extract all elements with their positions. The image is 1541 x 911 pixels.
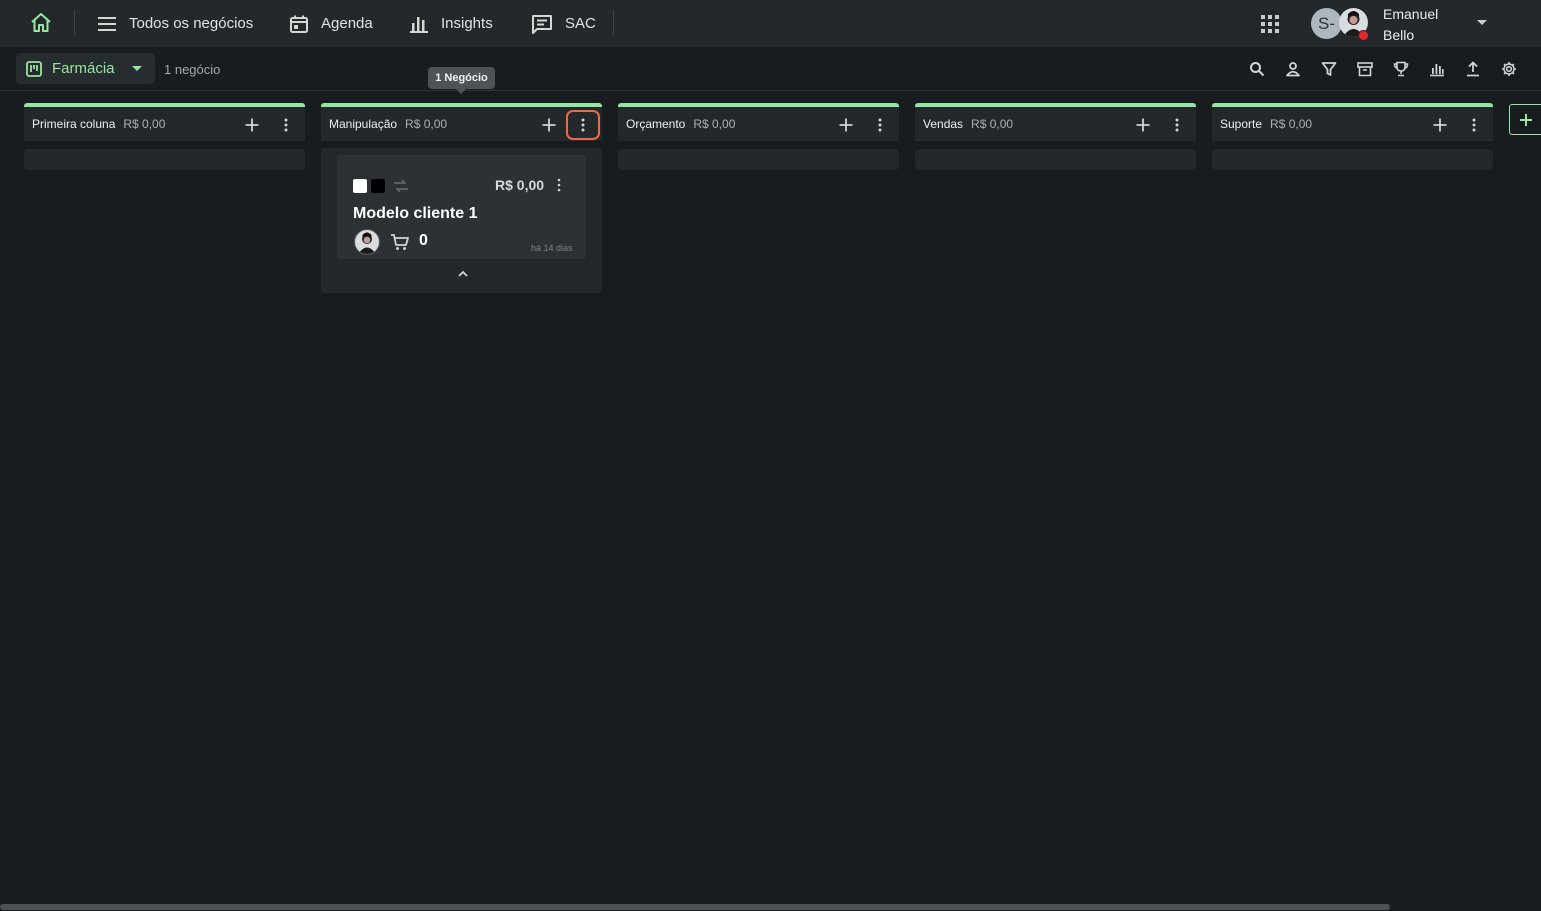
message-icon	[531, 14, 553, 34]
home-icon[interactable]	[29, 11, 53, 35]
column-amount: R$ 0,00	[971, 117, 1014, 131]
apps-grid-icon[interactable]	[1259, 13, 1281, 35]
column-header: Orçamento R$ 0,00	[618, 103, 899, 141]
add-deal-icon[interactable]	[1431, 116, 1449, 134]
column-title: Vendas	[923, 117, 964, 131]
column-dropzone[interactable]	[24, 149, 305, 170]
kanban-column: Manipulação R$ 0,00 R$ 0,00 Modelo clien…	[321, 103, 602, 293]
deal-count-tooltip: 1 Negócio	[428, 67, 495, 89]
person-icon[interactable]	[1282, 59, 1304, 79]
pipeline-name: Farmácia	[52, 60, 115, 77]
deal-title[interactable]: Modelo cliente 1	[353, 205, 477, 223]
column-menu-icon[interactable]	[566, 110, 600, 140]
column-menu-icon[interactable]	[1467, 116, 1481, 134]
pipeline-toolbar: Farmácia 1 negócio	[0, 47, 1541, 91]
trophy-icon[interactable]	[1390, 59, 1412, 79]
column-amount: R$ 0,00	[693, 117, 736, 131]
column-dropzone[interactable]	[915, 149, 1196, 170]
column-header: Primeira coluna R$ 0,00	[24, 103, 305, 141]
cart-icon	[390, 233, 410, 251]
gear-icon[interactable]	[1498, 59, 1520, 79]
status-indicator	[1358, 30, 1369, 41]
column-menu-icon[interactable]	[1170, 116, 1184, 134]
archive-icon[interactable]	[1354, 59, 1376, 79]
column-amount: R$ 0,00	[123, 117, 166, 131]
nav-insights[interactable]: Insights	[409, 0, 493, 47]
kanban-column: Orçamento R$ 0,00	[618, 103, 899, 170]
deal-card[interactable]: R$ 0,00 Modelo cliente 1 0 há 14 dias	[337, 155, 586, 259]
chart-icon[interactable]	[1426, 59, 1448, 79]
column-menu-icon[interactable]	[279, 116, 293, 134]
kanban-board-icon	[26, 60, 42, 77]
bar-chart-icon	[409, 15, 429, 33]
deal-age: há 14 dias	[531, 243, 573, 253]
kanban-column: Vendas R$ 0,00	[915, 103, 1196, 170]
column-dropzone[interactable]	[1212, 149, 1493, 170]
tooltip-arrow	[456, 89, 466, 94]
deal-count: 1 negócio	[164, 62, 221, 77]
caret-down-icon[interactable]	[1477, 20, 1487, 26]
pipeline-selector[interactable]: Farmácia	[16, 53, 155, 84]
toolbar-actions	[1246, 59, 1534, 79]
column-title: Manipulação	[329, 117, 398, 131]
add-column-button[interactable]	[1509, 104, 1541, 135]
column-dropzone[interactable]	[618, 149, 899, 170]
search-icon[interactable]	[1246, 59, 1268, 79]
horizontal-scrollbar[interactable]	[0, 904, 1390, 910]
nav-divider	[613, 10, 614, 37]
column-header: Manipulação R$ 0,00	[321, 103, 602, 141]
add-deal-icon[interactable]	[837, 116, 855, 134]
column-header: Vendas R$ 0,00	[915, 103, 1196, 141]
column-title: Primeira coluna	[32, 117, 116, 131]
nav-insights-label: Insights	[441, 15, 493, 32]
nav-agenda-label: Agenda	[321, 15, 373, 32]
tag-black	[371, 179, 385, 193]
menu-lines-icon	[97, 16, 117, 32]
column-title: Orçamento	[626, 117, 686, 131]
calendar-icon	[289, 14, 309, 34]
user-name[interactable]: Emanuel Bello	[1383, 4, 1463, 46]
column-header: Suporte R$ 0,00	[1212, 103, 1493, 141]
product-count: 0	[419, 232, 428, 249]
kanban-column: Primeira coluna R$ 0,00	[24, 103, 305, 170]
add-deal-icon[interactable]	[243, 116, 261, 134]
column-dropzone[interactable]: R$ 0,00 Modelo cliente 1 0 há 14 dias	[321, 148, 602, 293]
column-amount: R$ 0,00	[1270, 117, 1313, 131]
card-menu-icon[interactable]	[557, 178, 567, 194]
kanban-column: Suporte R$ 0,00	[1212, 103, 1493, 170]
column-menu-icon[interactable]	[873, 116, 887, 134]
deal-amount: R$ 0,00	[495, 177, 545, 193]
company-avatar[interactable]: S-	[1311, 8, 1342, 39]
add-deal-icon[interactable]	[540, 116, 558, 134]
column-title: Suporte	[1220, 117, 1263, 131]
tag-white	[353, 179, 367, 193]
chevron-up-icon[interactable]	[456, 269, 470, 279]
caret-down-icon	[131, 65, 142, 72]
plus-icon	[1519, 113, 1533, 127]
transfer-icon[interactable]	[392, 179, 410, 193]
nav-all-deals-label: Todos os negócios	[129, 15, 254, 32]
nav-sac[interactable]: SAC	[531, 0, 596, 47]
column-amount: R$ 0,00	[405, 117, 448, 131]
owner-avatar[interactable]	[354, 229, 380, 255]
nav-agenda[interactable]: Agenda	[289, 0, 373, 47]
nav-divider	[74, 10, 75, 37]
filter-icon[interactable]	[1318, 59, 1340, 79]
company-avatar-initial: S-	[1318, 13, 1335, 33]
upload-icon[interactable]	[1462, 59, 1484, 79]
nav-sac-label: SAC	[565, 15, 596, 32]
nav-all-deals[interactable]: Todos os negócios	[97, 0, 253, 47]
add-deal-icon[interactable]	[1134, 116, 1152, 134]
top-navigation-bar: Todos os negócios Agenda Insights SAC S-…	[0, 0, 1541, 47]
user-last-name: Bello	[1383, 27, 1415, 43]
user-first-name: Emanuel	[1383, 6, 1439, 22]
